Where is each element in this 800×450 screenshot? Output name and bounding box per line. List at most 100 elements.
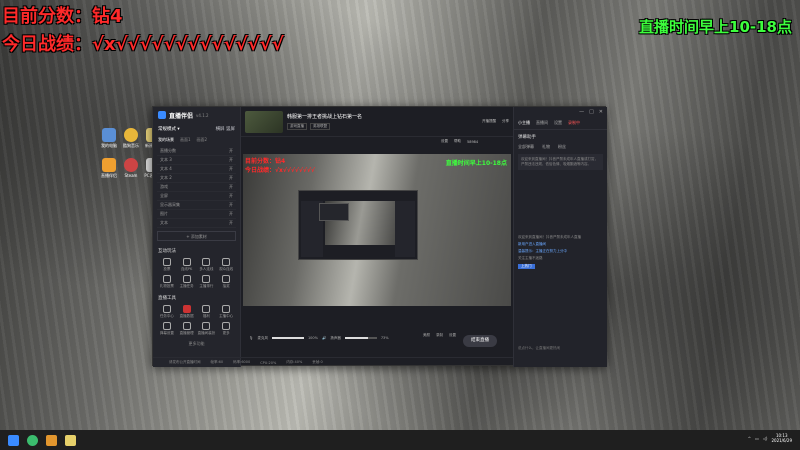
- tool-button[interactable]: 主播排行: [198, 275, 216, 289]
- source-item[interactable]: 文本 3开: [157, 156, 236, 165]
- tool-button[interactable]: 观众连线: [217, 258, 235, 272]
- tab-gifts[interactable]: 礼物: [542, 144, 550, 150]
- source-item[interactable]: 直播分数开: [157, 147, 236, 156]
- close-icon[interactable]: ✕: [599, 109, 603, 115]
- preview-score-text: 目前分数：钻4: [245, 158, 286, 165]
- preview-time-text: 直播时间早上10-18点: [445, 160, 507, 167]
- folder-taskbar-icon[interactable]: [65, 434, 76, 446]
- source-item[interactable]: 全屏开: [157, 192, 236, 201]
- mic-slider[interactable]: [271, 337, 304, 339]
- desktop-icon-steam[interactable]: Steam: [120, 158, 142, 178]
- data-icon: [182, 305, 191, 313]
- danmaku-icon: [162, 322, 171, 330]
- chat-message: 温馨提示：主播正在努力上分中: [518, 249, 567, 253]
- desktop-icon-computer[interactable]: 我的电脑: [98, 128, 120, 148]
- pk-icon: [182, 258, 191, 266]
- tool-button[interactable]: 任务中心: [158, 305, 176, 319]
- add-source-button[interactable]: + 添加素材: [157, 231, 236, 241]
- tool-button[interactable]: 抽奖: [217, 275, 235, 289]
- danmaku-helper-title: 弹幕助手: [518, 135, 536, 140]
- tool-button[interactable]: 礼物投票: [158, 275, 176, 289]
- more-icon: [222, 322, 231, 330]
- tool-button[interactable]: 直播间装扮: [198, 322, 216, 336]
- tab-room[interactable]: 直播间: [536, 120, 548, 126]
- go-live-button[interactable]: 结束直播: [463, 335, 497, 347]
- tool-button[interactable]: 主播中心: [217, 305, 235, 319]
- volume-icon[interactable]: ◁): [763, 436, 768, 441]
- tab-settings[interactable]: 设置: [554, 120, 562, 126]
- portrait-toggle[interactable]: 竖屏: [226, 127, 235, 132]
- hot-tag-button[interactable]: 上热门: [518, 264, 535, 269]
- tool-button[interactable]: 连线PK: [178, 258, 196, 272]
- welfare-icon: [202, 305, 211, 313]
- decor-icon: [202, 322, 211, 330]
- chat-input[interactable]: 说点什么，让直播间更热闹: [518, 346, 604, 351]
- steam-icon: [124, 158, 138, 172]
- tool-button[interactable]: 多人连线: [198, 258, 216, 272]
- record-button[interactable]: 录制: [436, 333, 443, 338]
- desktop-icon-live[interactable]: 直播伴侣: [98, 158, 120, 178]
- computer-icon: [102, 128, 116, 142]
- source-item[interactable]: 文本 2开: [157, 174, 236, 183]
- tab-all-danmaku[interactable]: 全部弹幕: [518, 144, 534, 150]
- landscape-toggle[interactable]: 横屏: [216, 127, 225, 132]
- audience-link-icon: [222, 258, 231, 266]
- nested-preview: [298, 190, 418, 260]
- chevron-up-icon[interactable]: ^: [748, 436, 751, 441]
- status-bar: 请发布公开直播时间 帧率:60 码率:6000 CPU:20% 内存:40% 丢…: [153, 357, 513, 367]
- share-button[interactable]: 分享: [502, 119, 509, 124]
- notify-button[interactable]: 开播提醒: [482, 119, 496, 124]
- minimize-icon[interactable]: —: [579, 109, 584, 115]
- maximize-icon[interactable]: □: [589, 109, 594, 115]
- tool-button[interactable]: 直播管理: [178, 322, 196, 336]
- live-companion-window[interactable]: 直播伴侣 v4.1.2 常规模式 ▾ 横屏 竖屏 我的场景 画面1 画面2 直播…: [152, 106, 607, 367]
- tool-button[interactable]: 主播任务: [178, 275, 196, 289]
- source-list: 直播分数开 文本 3开 文本 4开 文本 2开 游戏开 全屏开 显示器采集开 图…: [157, 147, 236, 228]
- tab-fans[interactable]: 粉丝: [558, 144, 566, 150]
- desktop-icon-music[interactable]: 酷狗音乐: [120, 128, 142, 148]
- mode-dropdown[interactable]: 常规模式 ▾: [158, 126, 180, 132]
- tool-button[interactable]: 投票: [158, 258, 176, 272]
- tool-button[interactable]: 福利: [198, 305, 216, 319]
- left-panel: 直播伴侣 v4.1.2 常规模式 ▾ 横屏 竖屏 我的场景 画面1 画面2 直播…: [153, 107, 241, 367]
- stream-preview[interactable]: 目前分数：钻4 今日战绩：√x√√√√√√√√ 直播时间早上10-18点: [243, 154, 511, 306]
- network-icon[interactable]: ▭: [755, 436, 759, 441]
- app-version: v4.1.2: [196, 112, 209, 118]
- right-panel: — □ ✕ 小主播 直播间 设置 录制中 弹幕助手 全部弹幕 礼物 粉丝 欢迎来…: [513, 107, 607, 367]
- settings-button[interactable]: 设置: [441, 139, 448, 144]
- source-item[interactable]: 文本开: [157, 219, 236, 228]
- room-tag[interactable]: 英雄联盟: [310, 123, 330, 130]
- notice-box: 欢迎来到直播间！抖音严禁未成年人直播或打赏，严禁违法违规、低俗色情、吸烟酗酒等内…: [518, 154, 603, 170]
- source-item[interactable]: 图片开: [157, 210, 236, 219]
- speaker-icon[interactable]: 🔊: [322, 336, 326, 340]
- viewer-count: 58984: [467, 139, 479, 144]
- tab-my-scenes[interactable]: 我的场景: [158, 137, 174, 143]
- music-icon: [124, 128, 138, 142]
- tab-host[interactable]: 小主播: [518, 120, 530, 126]
- tool-button[interactable]: 更多: [217, 322, 235, 336]
- speaker-slider[interactable]: [344, 337, 377, 339]
- settings-icon[interactable]: 设置: [449, 333, 456, 338]
- live-app-icon: [102, 158, 116, 172]
- room-cover[interactable]: [245, 110, 283, 133]
- host-center-icon: [222, 305, 231, 313]
- live-app-taskbar-icon[interactable]: [46, 434, 57, 446]
- source-item[interactable]: 游戏开: [157, 183, 236, 192]
- tab-scene-2[interactable]: 画面2: [197, 137, 208, 143]
- chat-message: 新用户进入直播间: [518, 242, 546, 246]
- manage-icon: [182, 322, 191, 330]
- more-tools-link[interactable]: 更多功能: [153, 341, 240, 347]
- tab-scene-1[interactable]: 画面1: [180, 137, 191, 143]
- tool-button[interactable]: 直播数据: [178, 305, 196, 319]
- browser-icon[interactable]: [27, 434, 38, 446]
- beauty-button[interactable]: 美颜: [423, 333, 430, 338]
- room-tag[interactable]: 游戏直播: [287, 123, 307, 130]
- help-button[interactable]: 帮助: [454, 139, 461, 144]
- clock[interactable]: 10:13 2021/6/29: [771, 433, 792, 443]
- source-item[interactable]: 显示器采集开: [157, 201, 236, 210]
- windows-start-icon[interactable]: [8, 434, 19, 446]
- source-item[interactable]: 文本 4开: [157, 165, 236, 174]
- tool-button[interactable]: 弹幕设置: [158, 322, 176, 336]
- mic-icon[interactable]: 🎙: [249, 336, 253, 340]
- room-title[interactable]: 韩服第一排王者挑战上钻石第一名: [287, 113, 478, 120]
